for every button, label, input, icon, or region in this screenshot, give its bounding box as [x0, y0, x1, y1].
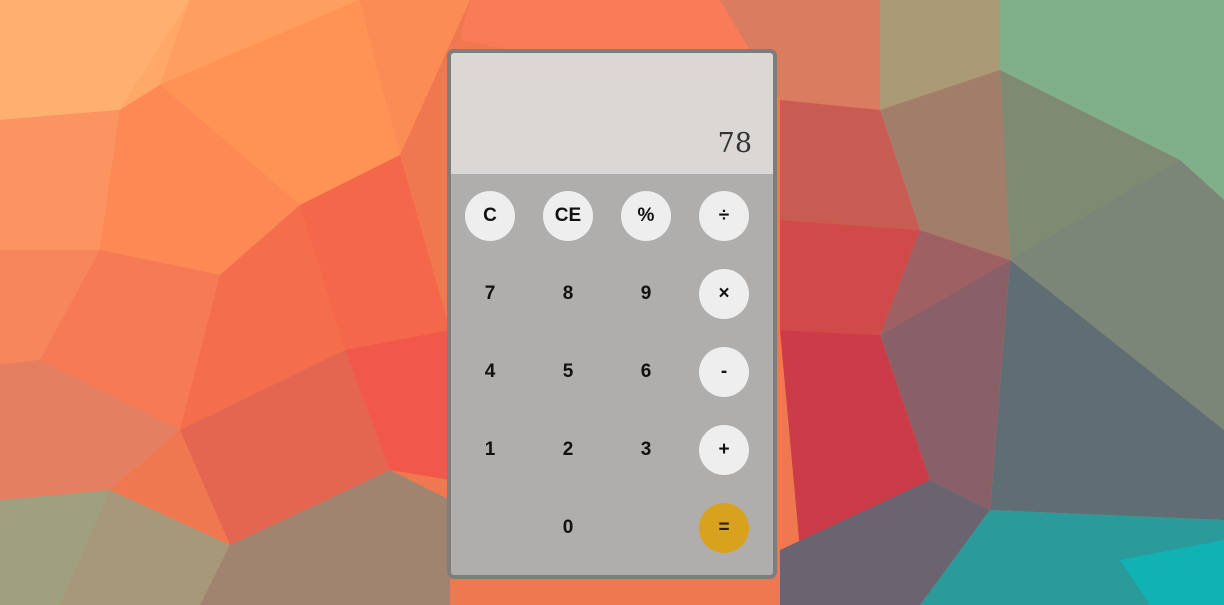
- display-value: 78: [717, 128, 752, 159]
- keypad: C CE % ÷ 7 8 9 × 4 5 6 - 1 2 3 + 0 =: [451, 174, 773, 575]
- digit-7-button[interactable]: 7: [465, 269, 515, 319]
- digit-5-button[interactable]: 5: [543, 347, 593, 397]
- add-button[interactable]: +: [699, 425, 749, 475]
- digit-3-button[interactable]: 3: [621, 425, 671, 475]
- digit-6-button[interactable]: 6: [621, 347, 671, 397]
- divide-button[interactable]: ÷: [699, 191, 749, 241]
- calculator: 78 C CE % ÷ 7 8 9 × 4 5 6 - 1 2 3 + 0 =: [447, 49, 777, 579]
- digit-8-button[interactable]: 8: [543, 269, 593, 319]
- clear-button[interactable]: C: [465, 191, 515, 241]
- clear-entry-button[interactable]: CE: [543, 191, 593, 241]
- digit-4-button[interactable]: 4: [465, 347, 515, 397]
- digit-2-button[interactable]: 2: [543, 425, 593, 475]
- multiply-button[interactable]: ×: [699, 269, 749, 319]
- digit-9-button[interactable]: 9: [621, 269, 671, 319]
- percent-button[interactable]: %: [621, 191, 671, 241]
- calculator-display: 78: [451, 53, 773, 174]
- equals-button[interactable]: =: [699, 503, 749, 553]
- digit-1-button[interactable]: 1: [465, 425, 515, 475]
- subtract-button[interactable]: -: [699, 347, 749, 397]
- digit-0-button[interactable]: 0: [543, 503, 593, 553]
